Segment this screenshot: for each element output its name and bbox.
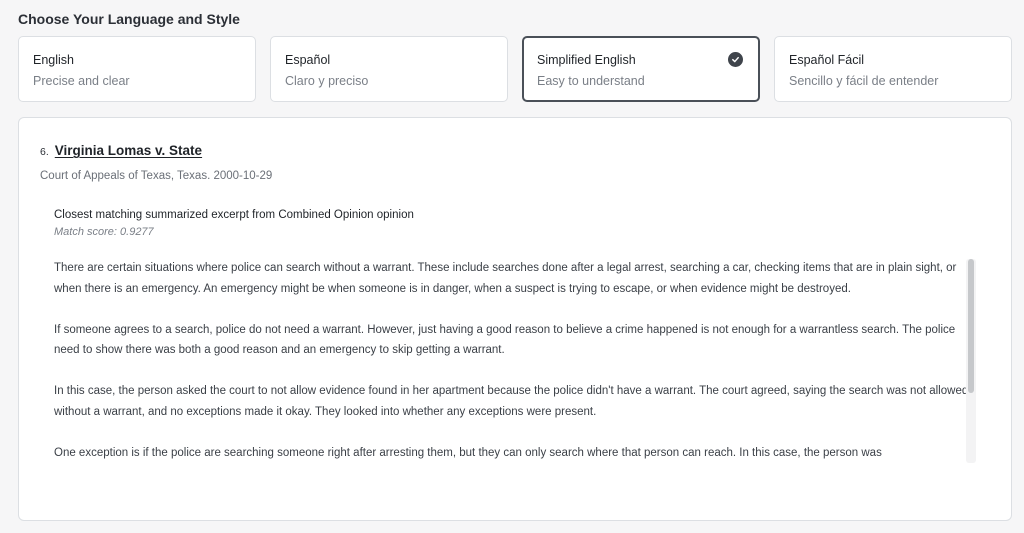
case-name-link[interactable]: Virginia Lomas v. State: [55, 143, 202, 158]
option-title: English: [33, 53, 74, 67]
option-title: Simplified English: [537, 53, 636, 67]
match-score: Match score: 0.9277: [54, 226, 154, 238]
option-title: Español Fácil: [789, 53, 865, 67]
result-number: 6.: [40, 146, 49, 158]
option-subtitle: Precise and clear: [33, 74, 130, 88]
excerpt-scrollbar[interactable]: [966, 259, 976, 463]
excerpt-text-area[interactable]: There are certain situations where polic…: [54, 258, 978, 464]
check-circle-icon: [728, 52, 743, 67]
option-subtitle: Sencillo y fácil de entender: [789, 74, 939, 88]
case-heading: 6. Virginia Lomas v. State: [40, 143, 202, 158]
option-english[interactable]: English Precise and clear: [18, 36, 256, 102]
section-title: Choose Your Language and Style: [18, 11, 240, 27]
excerpt-paragraph: There are certain situations where polic…: [54, 262, 957, 295]
language-style-options: English Precise and clear Español Claro …: [18, 36, 1012, 102]
result-card: 6. Virginia Lomas v. State Court of Appe…: [18, 117, 1012, 521]
scrollbar-thumb[interactable]: [968, 259, 974, 393]
excerpt-paragraph: In this case, the person asked the court…: [54, 385, 969, 418]
option-subtitle: Claro y preciso: [285, 74, 369, 88]
option-espanol[interactable]: Español Claro y preciso: [270, 36, 508, 102]
court-info: Court of Appeals of Texas, Texas. 2000-1…: [40, 170, 273, 182]
option-simplified-english[interactable]: Simplified English Easy to understand: [522, 36, 760, 102]
option-espanol-facil[interactable]: Español Fácil Sencillo y fácil de entend…: [774, 36, 1012, 102]
excerpt-paragraph: One exception is if the police are searc…: [54, 446, 882, 459]
excerpt-paragraph: If someone agrees to a search, police do…: [54, 323, 956, 357]
option-subtitle: Easy to understand: [537, 74, 645, 88]
option-title: Español: [285, 53, 331, 67]
excerpt-heading: Closest matching summarized excerpt from…: [54, 209, 414, 221]
